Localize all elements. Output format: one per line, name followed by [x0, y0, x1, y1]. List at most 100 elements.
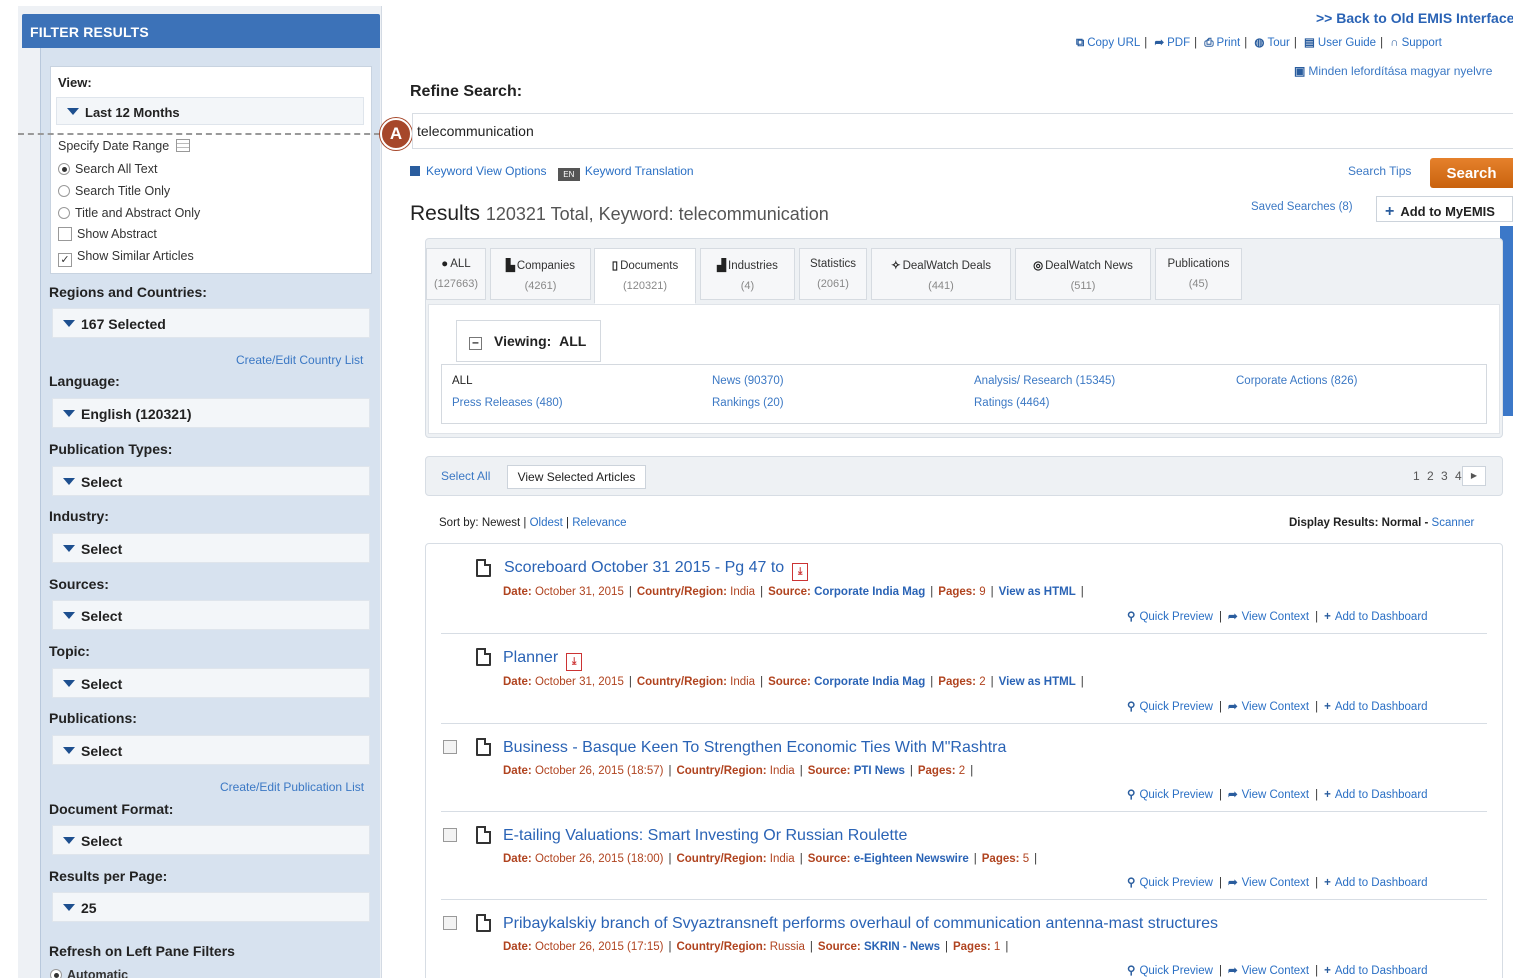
- translate-link[interactable]: ▣ Minden lefordítása magyar nyelvre: [1294, 64, 1492, 78]
- view-as-html-link[interactable]: View as HTML: [999, 586, 1076, 598]
- pdf-link[interactable]: ➦ PDF: [1154, 37, 1190, 49]
- pdf-icon[interactable]: ⤓: [792, 563, 809, 581]
- tab-industries[interactable]: ▟ Industries (4): [700, 248, 795, 300]
- regions-select[interactable]: 167 Selected: [52, 308, 370, 338]
- subcat-corporate-actions[interactable]: Corporate Actions (826): [1236, 375, 1357, 387]
- tour-link[interactable]: ◍ Tour: [1254, 37, 1289, 49]
- add-to-dashboard-link[interactable]: + Add to Dashboard: [1324, 965, 1427, 977]
- result-source-link[interactable]: SKRIN - News: [864, 941, 940, 953]
- quick-preview-link[interactable]: ⚲ Quick Preview: [1127, 611, 1213, 623]
- subcat-news[interactable]: News (90370): [712, 375, 784, 387]
- search-button[interactable]: Search: [1430, 158, 1513, 188]
- add-to-dashboard-link[interactable]: + Add to Dashboard: [1324, 701, 1427, 713]
- docformat-select[interactable]: Select: [52, 825, 370, 855]
- tab-documents[interactable]: ▯ Documents (120321): [594, 248, 696, 304]
- publications-select[interactable]: Select: [52, 735, 370, 765]
- view-context-link[interactable]: ➦ View Context: [1228, 877, 1309, 889]
- subcat-analysis[interactable]: Analysis/ Research (15345): [974, 375, 1115, 387]
- copy-icon: ⧉: [1076, 37, 1085, 49]
- result-country: India: [730, 586, 756, 598]
- quick-preview-link[interactable]: ⚲ Quick Preview: [1127, 965, 1213, 977]
- search-title-only-radio[interactable]: Search Title Only: [58, 184, 170, 198]
- print-link[interactable]: ⎙ Print: [1204, 37, 1240, 49]
- subcategory-box: [441, 364, 1487, 424]
- topic-select[interactable]: Select: [52, 668, 370, 698]
- add-to-dashboard-link[interactable]: + Add to Dashboard: [1324, 877, 1427, 889]
- quick-preview-link[interactable]: ⚲ Quick Preview: [1127, 701, 1213, 713]
- view-select[interactable]: Last 12 Months: [56, 97, 364, 125]
- search-all-text-radio[interactable]: Search All Text: [58, 162, 157, 176]
- search-input[interactable]: [412, 113, 1513, 149]
- subcat-press-releases[interactable]: Press Releases (480): [452, 397, 563, 409]
- view-as-html-link[interactable]: View as HTML: [999, 676, 1076, 688]
- tab-all[interactable]: ● ALL (127663): [426, 248, 486, 300]
- viewing-toggle[interactable]: – Viewing: ALL: [456, 320, 601, 362]
- tab-label: Documents: [620, 260, 679, 272]
- back-to-old-interface-link[interactable]: >> Back to Old EMIS Interface: [1316, 10, 1513, 26]
- refresh-automatic-radio[interactable]: Automatic: [50, 968, 128, 978]
- result-title-link[interactable]: Planner ⤓: [503, 649, 583, 671]
- result-source-link[interactable]: e-Eighteen Newswire: [854, 853, 969, 865]
- tab-companies[interactable]: ▙ Companies (4261): [490, 248, 591, 300]
- book-icon: ▤: [1304, 37, 1315, 49]
- industry-select[interactable]: Select: [52, 533, 370, 563]
- view-context-link[interactable]: ➦ View Context: [1228, 611, 1309, 623]
- select-all-link[interactable]: Select All: [441, 469, 490, 483]
- result-title-link[interactable]: Pribaykalskiy branch of Svyaztransneft p…: [503, 915, 1218, 933]
- meta-label: Pages:: [952, 941, 991, 953]
- user-guide-link[interactable]: ▤ User Guide: [1304, 37, 1376, 49]
- publication-list-link[interactable]: Create/Edit Publication List: [220, 780, 364, 794]
- sort-relevance-link[interactable]: Relevance: [572, 517, 626, 529]
- result-checkbox[interactable]: [443, 916, 457, 930]
- add-to-dashboard-link[interactable]: + Add to Dashboard: [1324, 611, 1427, 623]
- subcat-all[interactable]: ALL: [452, 375, 472, 387]
- subcat-rankings[interactable]: Rankings (20): [712, 397, 784, 409]
- display-label: Display Results: Normal -: [1289, 517, 1429, 529]
- result-title-link[interactable]: Scoreboard October 31 2015 - Pg 47 to ⤓: [504, 559, 809, 581]
- result-title-link[interactable]: Business - Basque Keen To Strengthen Eco…: [503, 739, 1006, 757]
- country-list-link[interactable]: Create/Edit Country List: [236, 353, 363, 367]
- tab-dealwatch-deals[interactable]: ✧ DealWatch Deals (441): [871, 248, 1011, 300]
- title-abstract-radio[interactable]: Title and Abstract Only: [58, 206, 200, 220]
- result-source-link[interactable]: Corporate India Mag: [814, 586, 925, 598]
- chevron-down-icon: [63, 612, 75, 619]
- pubtypes-select[interactable]: Select: [52, 466, 370, 496]
- show-similar-checkbox[interactable]: ✓ Show Similar Articles: [58, 249, 194, 267]
- result-checkbox[interactable]: [443, 740, 457, 754]
- view-context-link[interactable]: ➦ View Context: [1228, 965, 1309, 977]
- sort-oldest-link[interactable]: Oldest: [530, 517, 563, 529]
- search-tips-link[interactable]: Search Tips: [1348, 164, 1411, 178]
- language-select[interactable]: English (120321): [52, 398, 370, 428]
- result-source-link[interactable]: PTI News: [854, 765, 905, 777]
- saved-searches-link[interactable]: Saved Searches (8): [1251, 201, 1353, 213]
- add-to-myemis-button[interactable]: + Add to MyEMIS: [1376, 196, 1513, 222]
- copy-url-link[interactable]: ⧉ Copy URL: [1076, 37, 1140, 49]
- show-abstract-checkbox[interactable]: Show Abstract: [58, 227, 157, 241]
- scanner-link[interactable]: Scanner: [1432, 517, 1475, 529]
- support-link[interactable]: ∩ Support: [1390, 37, 1442, 49]
- regions-label: Regions and Countries:: [49, 284, 207, 300]
- keyword-translation-link[interactable]: EN Keyword Translation: [550, 164, 694, 181]
- next-page-icon[interactable]: ▶: [1462, 466, 1486, 486]
- quick-preview-link[interactable]: ⚲ Quick Preview: [1127, 877, 1213, 889]
- result-source-link[interactable]: Corporate India Mag: [814, 676, 925, 688]
- view-selected-articles-button[interactable]: View Selected Articles: [507, 465, 646, 489]
- keyword-view-options-link[interactable]: Keyword View Options: [410, 164, 547, 178]
- view-context-link[interactable]: ➦ View Context: [1228, 701, 1309, 713]
- pagination[interactable]: 1 2 3 4: [1413, 469, 1464, 483]
- tab-publications[interactable]: Publications (45): [1155, 248, 1242, 300]
- pdf-icon[interactable]: ⤓: [566, 653, 583, 671]
- copy-url-label: Copy URL: [1087, 37, 1141, 49]
- tab-statistics[interactable]: Statistics (2061): [799, 248, 867, 300]
- view-context-link[interactable]: ➦ View Context: [1228, 789, 1309, 801]
- result-checkbox[interactable]: [443, 828, 457, 842]
- result-title-link[interactable]: E-tailing Valuations: Smart Investing Or…: [503, 827, 907, 845]
- quick-preview-link[interactable]: ⚲ Quick Preview: [1127, 789, 1213, 801]
- sources-select[interactable]: Select: [52, 600, 370, 630]
- date-range-toggle[interactable]: Specify Date Range: [58, 139, 190, 153]
- add-to-dashboard-link[interactable]: + Add to Dashboard: [1324, 789, 1427, 801]
- rpp-select[interactable]: 25: [52, 892, 370, 922]
- tab-dealwatch-news[interactable]: ◎ DealWatch News (511): [1015, 248, 1151, 300]
- sort-newest[interactable]: Newest: [482, 517, 520, 529]
- subcat-ratings[interactable]: Ratings (4464): [974, 397, 1049, 409]
